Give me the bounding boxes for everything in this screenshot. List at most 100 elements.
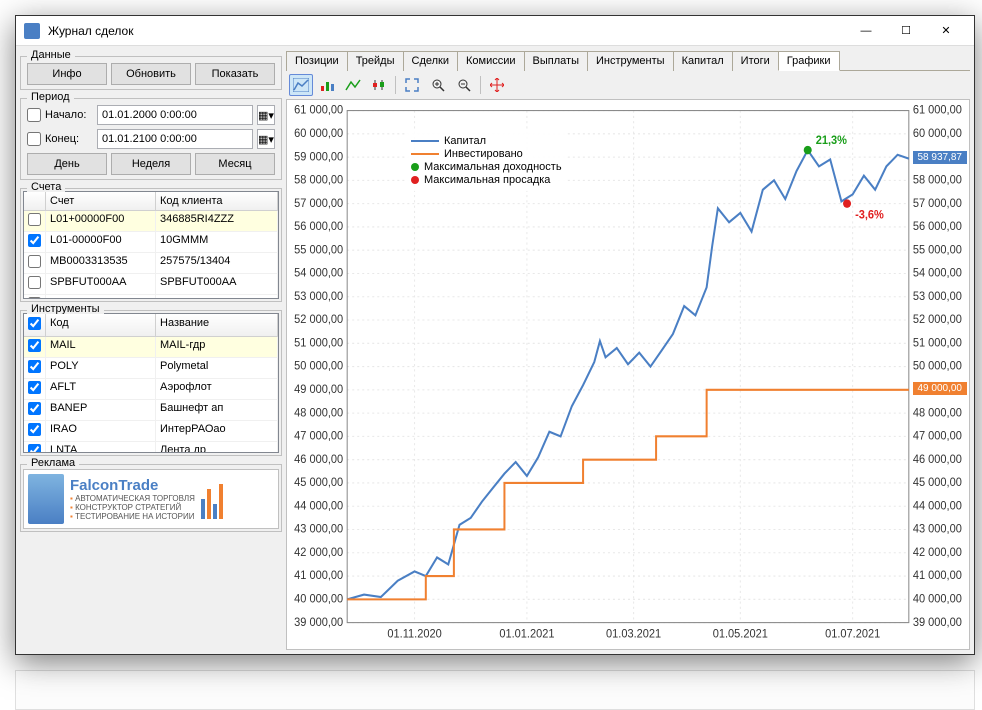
day-button[interactable]: День: [27, 153, 107, 175]
svg-text:50 000,00: 50 000,00: [294, 361, 343, 373]
table-row[interactable]: BANEPБашнефт ап: [24, 400, 278, 421]
end-input[interactable]: 01.01.2100 0:00:00: [97, 129, 253, 149]
row-checkbox[interactable]: [28, 213, 41, 226]
window-title: Журнал сделок: [48, 24, 846, 38]
svg-text:41 000,00: 41 000,00: [913, 570, 962, 582]
row-checkbox[interactable]: [28, 339, 41, 352]
fullscreen-button[interactable]: [400, 74, 424, 96]
svg-text:47 000,00: 47 000,00: [913, 430, 962, 442]
svg-text:54 000,00: 54 000,00: [913, 267, 962, 279]
svg-text:46 000,00: 46 000,00: [913, 454, 962, 466]
start-label: Начало:: [45, 109, 93, 121]
accounts-table[interactable]: Счет Код клиента L01+00000F00346885RI4ZZ…: [23, 191, 279, 299]
end-calendar-button[interactable]: ▦▾: [257, 129, 275, 149]
ad-brand: FalconTrade: [70, 477, 195, 494]
crosshair-button[interactable]: [485, 74, 509, 96]
table-row[interactable]: LNTAЛента др: [24, 442, 278, 453]
end-checkbox[interactable]: [27, 132, 41, 146]
instruments-check-all[interactable]: [28, 317, 41, 330]
refresh-button[interactable]: Обновить: [111, 63, 191, 85]
zoom-out-button[interactable]: [452, 74, 476, 96]
table-row[interactable]: L01-00000F0010GMMM: [24, 232, 278, 253]
chart-type-bar-button[interactable]: [315, 74, 339, 96]
svg-text:48 000,00: 48 000,00: [913, 407, 962, 419]
svg-text:46 000,00: 46 000,00: [294, 454, 343, 466]
legend-max-return: Максимальная доходность: [424, 161, 562, 173]
chart-type-candle-button[interactable]: [367, 74, 391, 96]
svg-text:60 000,00: 60 000,00: [294, 128, 343, 140]
svg-text:57 000,00: 57 000,00: [294, 198, 343, 210]
end-label: Конец:: [45, 133, 93, 145]
table-row[interactable]: VTBRM_CL257575/13404: [24, 295, 278, 299]
period-group-title: Период: [27, 91, 74, 103]
svg-text:49 000,00: 49 000,00: [294, 384, 343, 396]
row-checkbox[interactable]: [28, 444, 41, 453]
start-checkbox[interactable]: [27, 108, 41, 122]
svg-text:45 000,00: 45 000,00: [913, 477, 962, 489]
tab-Выплаты[interactable]: Выплаты: [524, 51, 588, 71]
ad-box-icon: [28, 474, 64, 524]
svg-text:60 000,00: 60 000,00: [913, 128, 962, 140]
svg-text:39 000,00: 39 000,00: [913, 617, 962, 629]
row-checkbox[interactable]: [28, 402, 41, 415]
end-label-capital: 58 937,87: [913, 151, 968, 164]
instruments-col-code[interactable]: Код: [46, 314, 156, 336]
svg-text:41 000,00: 41 000,00: [294, 570, 343, 582]
app-window: Журнал сделок — ☐ ✕ Данные Инфо Обновить…: [15, 15, 975, 655]
ad-banner[interactable]: FalconTrade АВТОМАТИЧЕСКАЯ ТОРГОВЛЯКОНСТ…: [23, 469, 279, 529]
titlebar: Журнал сделок — ☐ ✕: [16, 16, 974, 46]
data-group-title: Данные: [27, 49, 75, 61]
table-row[interactable]: POLYPolymetal: [24, 358, 278, 379]
instruments-col-name[interactable]: Название: [156, 314, 278, 336]
svg-text:61 000,00: 61 000,00: [913, 104, 962, 116]
ad-line: КОНСТРУКТОР СТРАТЕГИЙ: [70, 503, 195, 512]
tab-Графики[interactable]: Графики: [778, 51, 840, 71]
tab-Капитал[interactable]: Капитал: [673, 51, 733, 71]
row-checkbox[interactable]: [28, 381, 41, 394]
table-row[interactable]: IRAOИнтерРАОао: [24, 421, 278, 442]
zoom-in-button[interactable]: [426, 74, 450, 96]
instruments-group: Инструменты Код Название MAILMAIL-гдрPOL…: [20, 310, 282, 456]
table-row[interactable]: L01+00000F00346885RI4ZZZ: [24, 211, 278, 232]
tab-Позиции[interactable]: Позиции: [286, 51, 348, 71]
accounts-col-client[interactable]: Код клиента: [156, 192, 278, 210]
chart-type-line-button[interactable]: [341, 74, 365, 96]
accounts-group: Счета Счет Код клиента L01+00000F0034688…: [20, 188, 282, 302]
svg-text:47 000,00: 47 000,00: [294, 430, 343, 442]
row-checkbox[interactable]: [28, 360, 41, 373]
close-button[interactable]: ✕: [926, 17, 966, 45]
row-checkbox[interactable]: [28, 255, 41, 268]
tab-Итоги[interactable]: Итоги: [732, 51, 779, 71]
maximize-button[interactable]: ☐: [886, 17, 926, 45]
tab-Трейды[interactable]: Трейды: [347, 51, 404, 71]
tab-Сделки[interactable]: Сделки: [403, 51, 459, 71]
table-row[interactable]: AFLTАэрофлот: [24, 379, 278, 400]
show-button[interactable]: Показать: [195, 63, 275, 85]
svg-text:54 000,00: 54 000,00: [294, 267, 343, 279]
ad-group: Реклама FalconTrade АВТОМАТИЧЕСКАЯ ТОРГО…: [20, 464, 282, 532]
row-checkbox[interactable]: [28, 234, 41, 247]
row-checkbox[interactable]: [28, 276, 41, 289]
tab-Комиссии[interactable]: Комиссии: [457, 51, 525, 71]
app-icon: [24, 23, 40, 39]
tab-Инструменты[interactable]: Инструменты: [587, 51, 674, 71]
svg-text:42 000,00: 42 000,00: [913, 547, 962, 559]
table-row[interactable]: MB0003313535257575/13404: [24, 253, 278, 274]
week-button[interactable]: Неделя: [111, 153, 191, 175]
table-row[interactable]: MAILMAIL-гдр: [24, 337, 278, 358]
accounts-col-account[interactable]: Счет: [46, 192, 156, 210]
ad-line: ТЕСТИРОВАНИЕ НА ИСТОРИИ: [70, 512, 195, 521]
minimize-button[interactable]: —: [846, 17, 886, 45]
row-checkbox[interactable]: [28, 423, 41, 436]
instruments-table[interactable]: Код Название MAILMAIL-гдрPOLYPolymetalAF…: [23, 313, 279, 453]
svg-text:21,3%: 21,3%: [816, 135, 847, 147]
info-button[interactable]: Инфо: [27, 63, 107, 85]
svg-text:01.11.2020: 01.11.2020: [387, 628, 441, 640]
month-button[interactable]: Месяц: [195, 153, 275, 175]
start-input[interactable]: 01.01.2000 0:00:00: [97, 105, 253, 125]
table-row[interactable]: SPBFUT000AASPBFUT000AA: [24, 274, 278, 295]
row-checkbox[interactable]: [28, 297, 41, 299]
chart-area[interactable]: 39 000,0039 000,0040 000,0040 000,0041 0…: [286, 100, 970, 650]
chart-type-area-button[interactable]: [289, 74, 313, 96]
start-calendar-button[interactable]: ▦▾: [257, 105, 275, 125]
